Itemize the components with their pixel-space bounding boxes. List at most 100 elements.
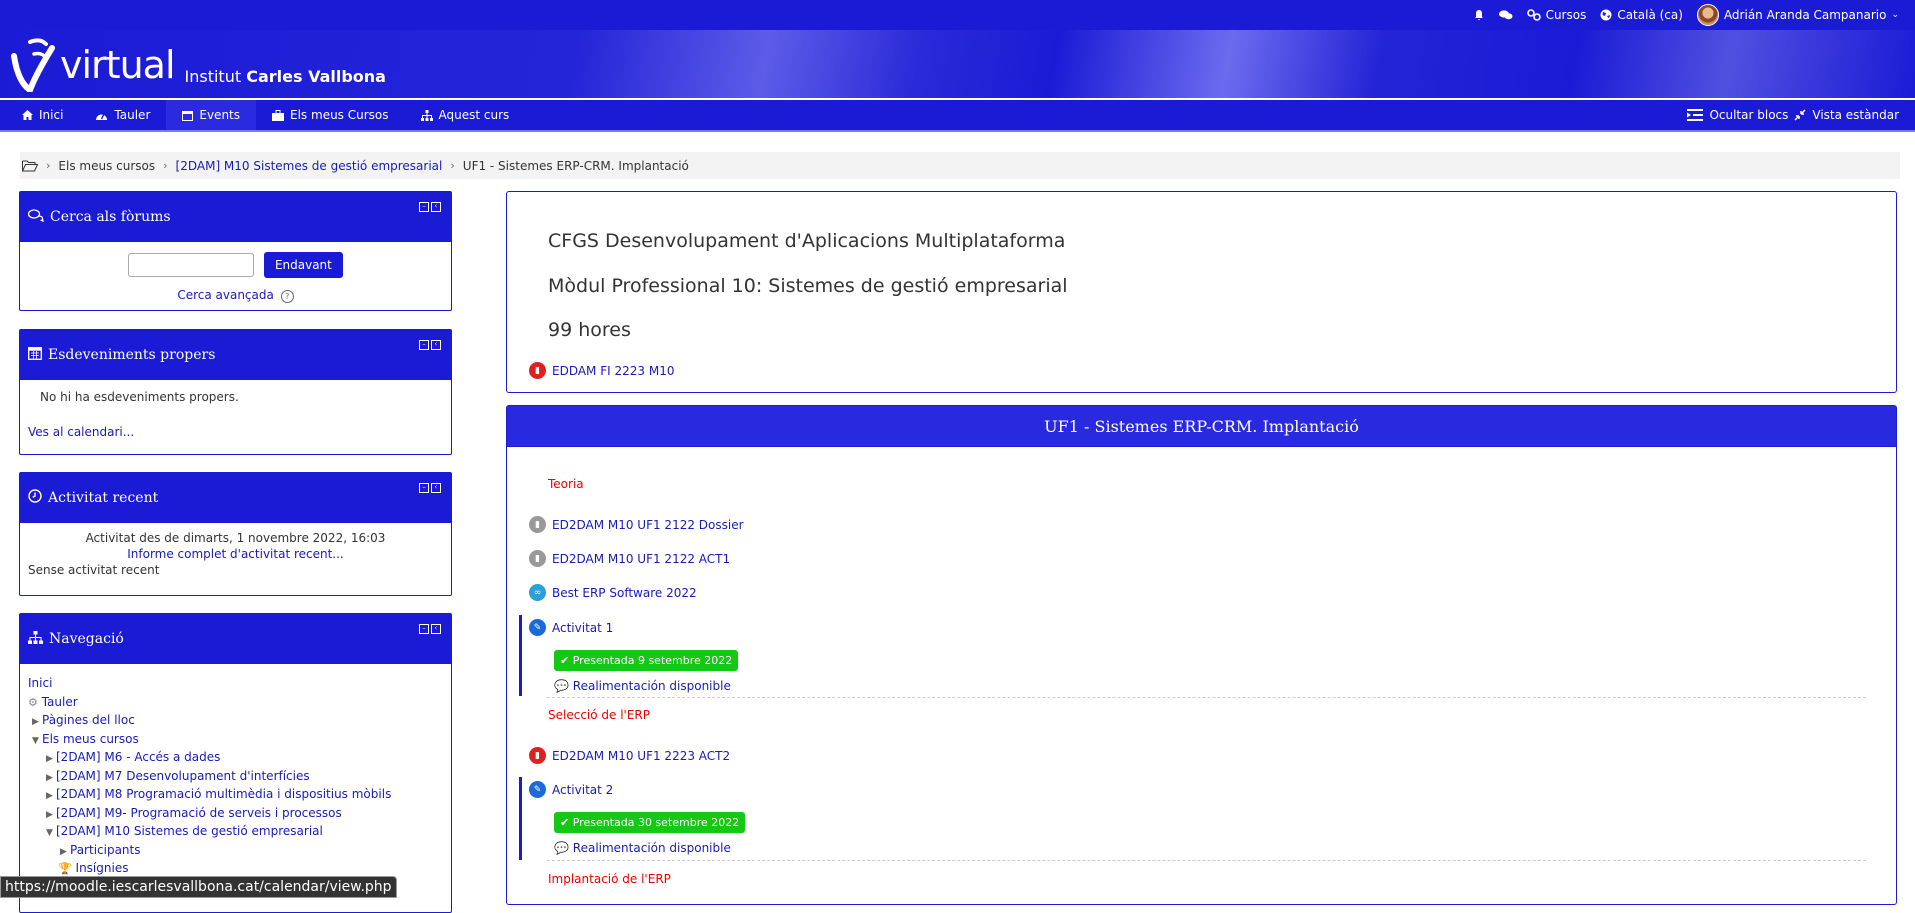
logo-text: virtual — [60, 43, 175, 87]
courses-menu[interactable]: Cursos — [1526, 8, 1586, 22]
caret-right-icon[interactable]: ▶ — [46, 750, 56, 769]
breadcrumb-item: Els meus cursos — [58, 158, 156, 173]
activity-link[interactable]: ED2DAM M10 UF1 2122 Dossier — [552, 518, 744, 532]
chevron-down-icon: ⌄ — [1891, 10, 1899, 20]
full-report-link[interactable]: Informe complet d'activitat recent... — [127, 547, 344, 561]
nav-tree-item[interactable]: ▶ [2DAM] M6 - Accés a dades — [28, 748, 443, 767]
nav-tree-link[interactable]: [2DAM] M7 Desenvolupament d'interfícies — [56, 769, 310, 783]
feedback-available-link[interactable]: 💬 Realimentación disponible — [554, 841, 731, 855]
notifications-bell-icon[interactable] — [1473, 9, 1485, 21]
site-logo[interactable]: virtual Institut Carles Vallbona — [8, 34, 386, 95]
navigation-block: Navegació – ‹ Inici ⚙ Tauler ▶ Pàgines de… — [19, 613, 452, 913]
nav-tree-link[interactable]: [2DAM] M9- Programació de serveis i proc… — [56, 806, 342, 820]
nav-item-aquest-curs[interactable]: Aquest curs — [405, 100, 526, 130]
activity-link[interactable]: Activitat 1 — [552, 621, 613, 635]
activity-link[interactable]: Activitat 2 — [552, 783, 613, 797]
go-to-calendar-link[interactable]: Ves al calendari... — [28, 425, 134, 439]
nav-tree-link[interactable]: Insígnies — [76, 861, 129, 875]
activity-item-url[interactable]: ∞ Best ERP Software 2022 — [529, 584, 697, 601]
nav-tree-link[interactable]: Els meus cursos — [42, 732, 139, 746]
breadcrumb-item-course[interactable]: [2DAM] M10 Sistemes de gestió empresaria… — [176, 159, 443, 173]
nav-tree-item[interactable]: ▶ [2DAM] M9- Programació de serveis i pro… — [28, 804, 443, 823]
nav-item-tauler[interactable]: Tauler — [79, 100, 166, 130]
nav-tree-link[interactable]: [2DAM] M6 - Accés a dades — [56, 750, 220, 764]
user-menu[interactable]: Adrián Aranda Campanario ⌄ — [1696, 4, 1899, 26]
activity-highlight-bar — [519, 777, 522, 860]
nav-tree-item[interactable]: ▼ [2DAM] M10 Sistemes de gestió empresari… — [28, 822, 443, 841]
forum-search-input[interactable] — [128, 253, 255, 277]
caret-down-icon[interactable]: ▼ — [46, 824, 56, 843]
activity-link[interactable]: ED2DAM M10 UF1 2223 ACT2 — [552, 749, 730, 763]
activity-item-assignment-2[interactable]: ✎ Activitat 2 — [529, 781, 613, 798]
activity-item-assignment-1[interactable]: ✎ Activitat 1 — [529, 619, 613, 636]
submission-status-badge: ✔ Presentada 30 setembre 2022 — [554, 812, 746, 833]
nav-tree-link[interactable]: Pàgines del lloc — [42, 713, 135, 727]
activity-link[interactable]: Best ERP Software 2022 — [552, 586, 697, 600]
forum-search-block: Cerca als fòrums – ‹ Endavant Cerca avan… — [19, 191, 452, 311]
activity-item-act2-file[interactable]: ▮ ED2DAM M10 UF1 2223 ACT2 — [529, 747, 730, 764]
block-controls: – ‹ — [419, 483, 441, 493]
nav-tree-item[interactable]: Inici — [28, 674, 443, 693]
standard-view-button[interactable]: Vista estàndar — [1812, 108, 1899, 122]
help-icon[interactable]: ? — [280, 290, 294, 303]
nav-item-events[interactable]: Events — [166, 100, 257, 130]
nav-tree-link[interactable]: [2DAM] M10 Sistemes de gestió empresaria… — [56, 824, 323, 838]
block-header: Navegació – ‹ — [20, 614, 451, 664]
breadcrumb-separator: › — [46, 159, 51, 172]
dashboard-icon — [96, 113, 108, 120]
nav-tree-item[interactable]: ⚙ Tauler — [28, 693, 443, 712]
nav-tree-item[interactable]: ▶ Pàgines del lloc — [28, 711, 443, 730]
collapse-icon[interactable]: – — [419, 624, 429, 634]
forum-search-submit-button[interactable]: Endavant — [263, 252, 343, 278]
activity-link[interactable]: ED2DAM M10 UF1 2122 ACT1 — [552, 552, 730, 566]
nav-tree-link[interactable]: Participants — [70, 843, 141, 857]
assignment-icon: ✎ — [529, 619, 546, 636]
activity-item-dossier[interactable]: ▮ ED2DAM M10 UF1 2122 Dossier — [529, 516, 744, 533]
caret-down-icon[interactable]: ▼ — [32, 732, 42, 751]
nav-tree-item[interactable]: ▶ Participants — [28, 841, 443, 860]
breadcrumb: › Els meus cursos › [2DAM] M10 Sistemes … — [20, 152, 1900, 179]
block-body: No hi ha esdeveniments propers. Ves al c… — [20, 380, 451, 447]
comment-icon: 💬 — [554, 679, 569, 693]
dock-icon[interactable]: ‹ — [431, 202, 441, 212]
feedback-text[interactable]: Realimentación disponible — [573, 841, 731, 855]
dock-icon[interactable]: ‹ — [431, 483, 441, 493]
caret-right-icon[interactable]: ▶ — [32, 713, 42, 732]
folder-open-icon[interactable] — [22, 160, 38, 172]
caret-right-icon[interactable]: ▶ — [46, 787, 56, 806]
nav-tree-link[interactable]: Tauler — [42, 695, 78, 709]
label-erp-selection: Selecció de l'ERP — [548, 708, 651, 722]
recent-activity-block: Activitat recent – ‹ Activitat des de di… — [19, 472, 452, 596]
activity-divider — [547, 860, 1866, 861]
browser-status-url: https://moodle.iescarlesvallbona.cat/cal… — [0, 876, 397, 898]
breadcrumb-separator: › — [450, 159, 455, 172]
nav-tree-item[interactable]: ▼ Els meus cursos — [28, 730, 443, 749]
activity-item-act1-file[interactable]: ▮ ED2DAM M10 UF1 2122 ACT1 — [529, 550, 730, 567]
compress-icon — [1794, 109, 1806, 121]
dock-icon[interactable]: ‹ — [431, 340, 441, 350]
collapse-icon[interactable]: – — [419, 483, 429, 493]
hide-blocks-button[interactable]: Ocultar blocs — [1709, 108, 1788, 122]
no-events-text: No hi ha esdeveniments propers. — [40, 390, 239, 404]
collapse-icon[interactable]: – — [419, 340, 429, 350]
sitemap-icon — [420, 109, 433, 121]
nav-tree-item[interactable]: 🏆 Insígnies — [28, 859, 443, 878]
messages-icon[interactable] — [1498, 9, 1513, 21]
activity-item-file[interactable]: ▮ EDDAM FI 2223 M10 — [529, 362, 674, 379]
nav-tree-link[interactable]: Inici — [28, 676, 52, 690]
nav-tree-item[interactable]: ▶ [2DAM] M7 Desenvolupament d'interfícies — [28, 767, 443, 786]
collapse-icon[interactable]: – — [419, 202, 429, 212]
activity-link[interactable]: EDDAM FI 2223 M10 — [552, 364, 674, 378]
label-erp-implementation: Implantació de l'ERP — [548, 872, 671, 886]
feedback-text[interactable]: Realimentación disponible — [573, 679, 731, 693]
dock-icon[interactable]: ‹ — [431, 624, 441, 634]
summary-line-3: 99 hores — [548, 319, 631, 341]
nav-tree-link[interactable]: [2DAM] M8 Programació multimèdia i dispo… — [56, 787, 391, 801]
advanced-search-link[interactable]: Cerca avançada — [177, 288, 274, 302]
feedback-available-link[interactable]: 💬 Realimentación disponible — [554, 679, 731, 693]
nav-item-els-meus-cursos[interactable]: Els meus Cursos — [256, 100, 405, 130]
language-menu[interactable]: Català (ca) — [1600, 8, 1683, 22]
nav-item-inici[interactable]: Inici — [0, 100, 79, 130]
nav-tree-item[interactable]: ▶ [2DAM] M8 Programació multimèdia i disp… — [28, 785, 443, 804]
block-body: Endavant Cerca avançada ? — [20, 242, 451, 311]
